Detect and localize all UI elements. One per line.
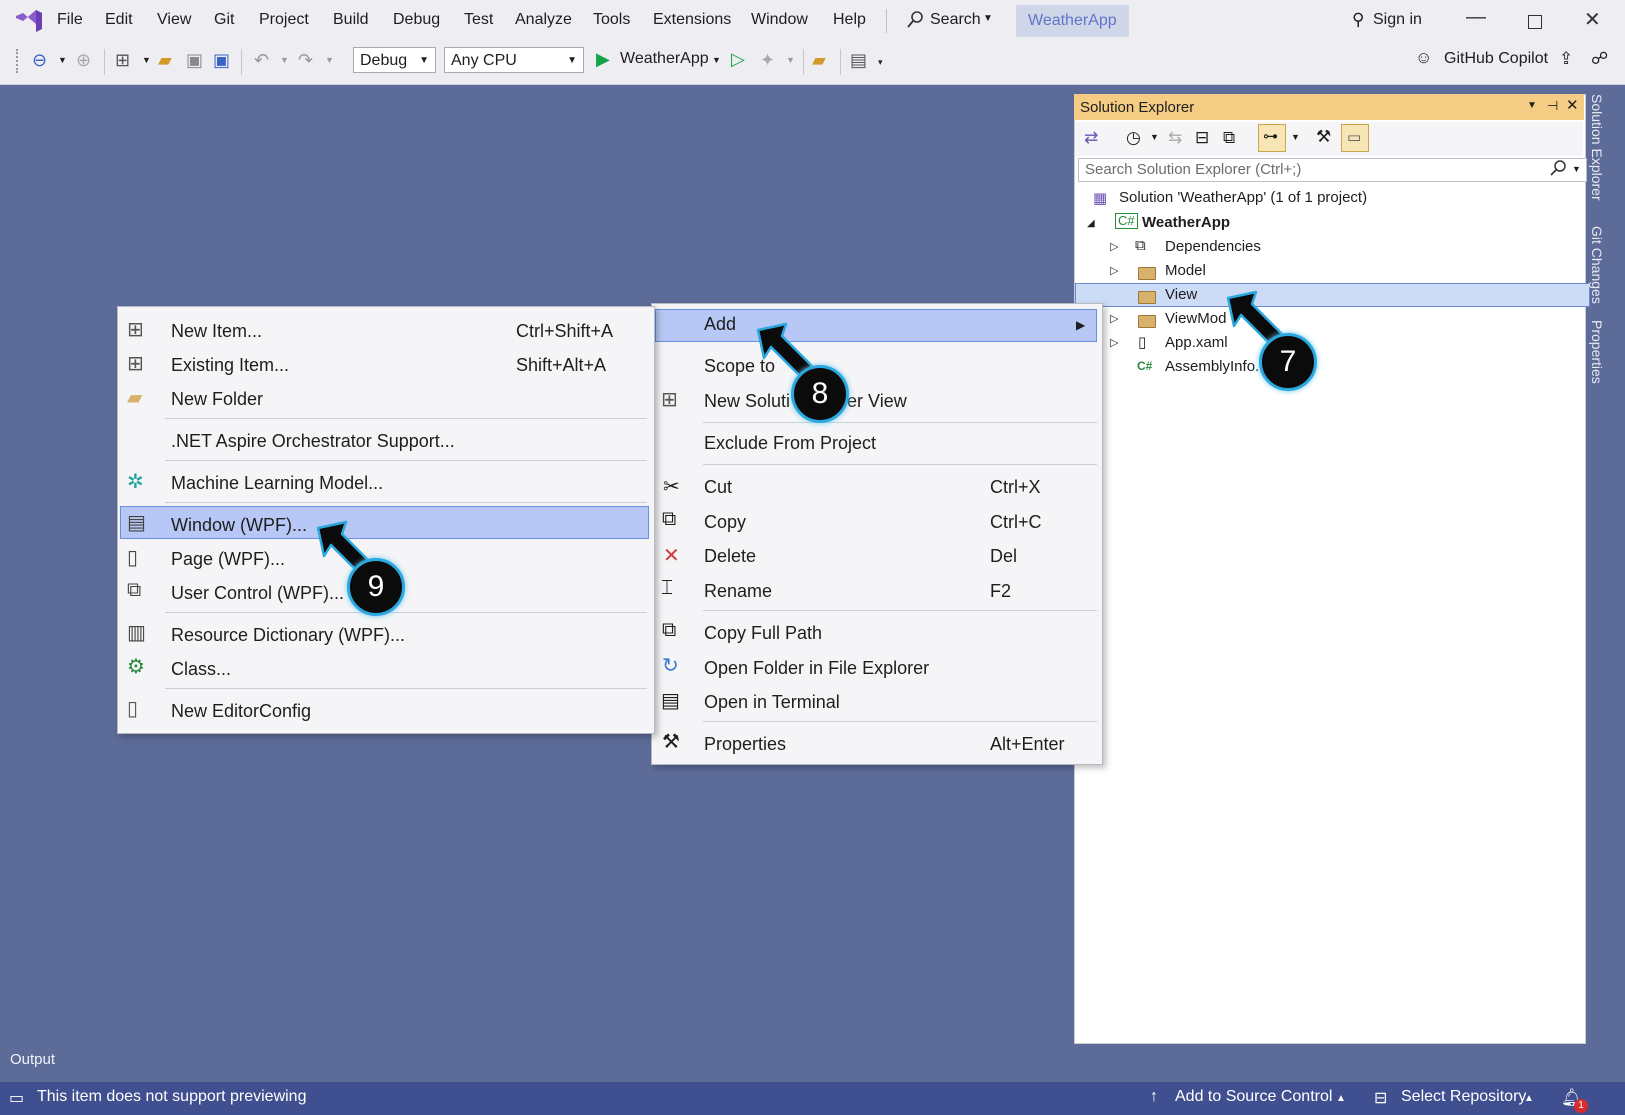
message-icon: ▭ — [9, 1090, 25, 1107]
chevron-up-icon[interactable]: ▲ — [1524, 1093, 1534, 1104]
add-to-source-control-button[interactable]: Add to Source Control — [1175, 1088, 1332, 1106]
callout-badge-9: 9 — [347, 558, 405, 616]
output-tab[interactable]: Output — [10, 1051, 55, 1068]
callout-badge-7: 7 — [1259, 333, 1317, 391]
notification-count-badge: 1 — [1574, 1099, 1588, 1113]
select-repository-button[interactable]: Select Repository — [1401, 1088, 1526, 1106]
chevron-up-icon[interactable]: ▲ — [1336, 1093, 1346, 1104]
arrow-up-icon: ↑ — [1150, 1088, 1158, 1105]
status-message: This item does not support previewing — [37, 1088, 307, 1105]
repository-icon: ⊟ — [1374, 1090, 1388, 1107]
callout-arrows — [316, 290, 1285, 578]
callout-badge-8: 8 — [791, 365, 849, 423]
